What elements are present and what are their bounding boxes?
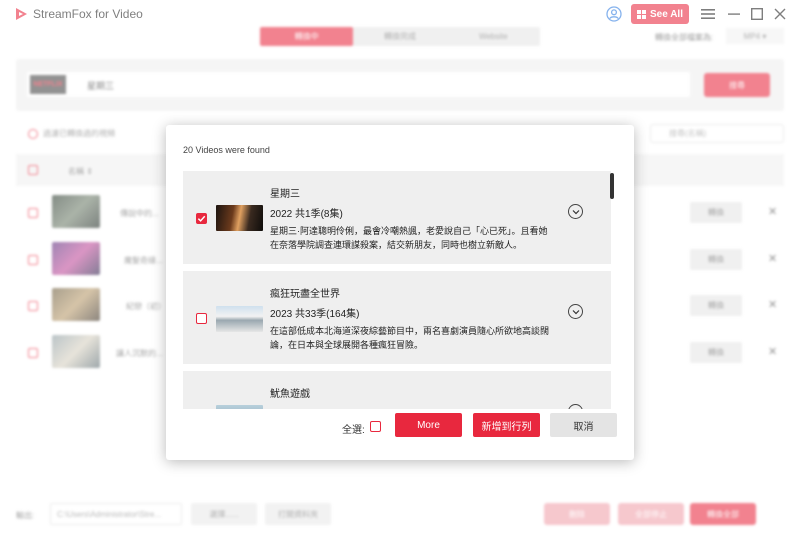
- result-title: 魷魚遊戲: [270, 389, 310, 400]
- more-button[interactable]: More: [395, 413, 462, 437]
- search-results-dialog: 20 Videos were found 星期三 2022 共1季(8集) 星期…: [166, 125, 634, 460]
- results-scrollbar[interactable]: [610, 171, 615, 409]
- result-description-line: 在這部低成本北海道深夜綜藝節目中，兩名喜劇演員隨心所欲地高談闊: [270, 326, 550, 336]
- result-description-line: 星期三·阿達聰明伶俐，最會冷嘲熱諷，老愛說自己「心已死」。且看她: [270, 226, 548, 236]
- result-thumbnail: [216, 306, 263, 332]
- expand-chevron-icon[interactable]: [568, 404, 583, 409]
- result-item[interactable]: 星期三 2022 共1季(8集) 星期三·阿達聰明伶俐，最會冷嘲熱諷，老愛說自己…: [183, 171, 611, 264]
- result-description: 在這部低成本北海道深夜綜藝節目中，兩名喜劇演員隨心所欲地高談闊 論，在日本與全球…: [270, 324, 575, 352]
- result-checkbox-checked[interactable]: [196, 213, 207, 224]
- result-title: 瘋狂玩盡全世界: [270, 289, 340, 300]
- result-title: 星期三: [270, 189, 300, 200]
- cancel-button[interactable]: 取消: [550, 413, 617, 437]
- expand-chevron-icon[interactable]: [568, 204, 583, 219]
- results-count: 20 Videos were found: [183, 145, 270, 155]
- add-to-queue-button[interactable]: 新增到行列: [473, 413, 540, 437]
- scrollbar-thumb[interactable]: [610, 173, 614, 199]
- result-thumbnail: [216, 205, 263, 231]
- checkmark-icon: [197, 215, 206, 222]
- result-meta: 2023 共33季(164集): [270, 309, 360, 320]
- result-thumbnail: [216, 405, 263, 409]
- result-description-line: 在奈落學院調查連環謀殺案，結交新朋友，同時也樹立新敵人。: [270, 240, 523, 250]
- dialog-footer: 全選: More 新增到行列 取消: [166, 413, 634, 439]
- result-checkbox[interactable]: [196, 313, 207, 324]
- result-meta: 2022 共1季(8集): [270, 209, 343, 220]
- select-all-label: 全選:: [342, 425, 365, 436]
- result-description: 星期三·阿達聰明伶俐，最會冷嘲熱諷，老愛說自己「心已死」。且看她 在奈落學院調查…: [270, 224, 575, 252]
- expand-chevron-icon[interactable]: [568, 304, 583, 319]
- result-item[interactable]: 魷魚遊戲: [183, 371, 611, 409]
- select-all-checkbox[interactable]: [370, 421, 381, 432]
- result-item[interactable]: 瘋狂玩盡全世界 2023 共33季(164集) 在這部低成本北海道深夜綜藝節目中…: [183, 271, 611, 364]
- result-description-line: 論，在日本與全球展開各種瘋狂冒險。: [270, 340, 424, 350]
- results-list: 星期三 2022 共1季(8集) 星期三·阿達聰明伶俐，最會冷嘲熱諷，老愛說自己…: [183, 171, 611, 409]
